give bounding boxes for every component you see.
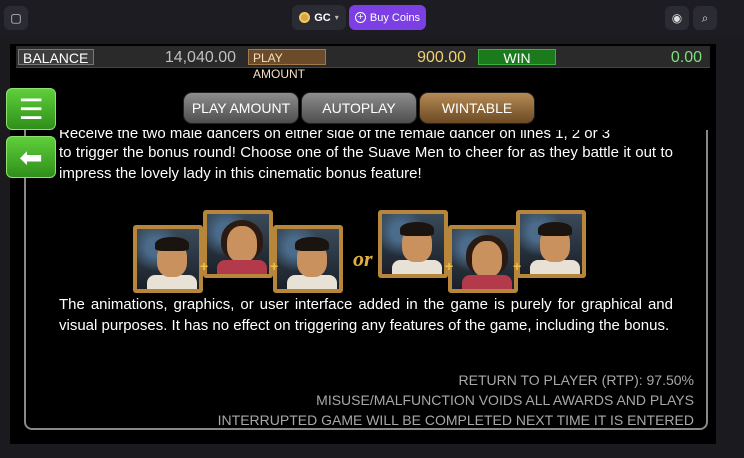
plus-icon: + <box>270 258 279 274</box>
wintable-panel: Receive the two male dancers on either s… <box>24 130 708 430</box>
symbol-male-dancer <box>516 210 586 278</box>
balance-label: BALANCE <box>18 49 94 66</box>
arrow-left-icon: ⬅ <box>19 140 43 174</box>
symbol-female-dancer <box>448 225 518 293</box>
status-bar: BALANCE 14,040.00 PLAY AMOUNT 900.00 WIN… <box>16 46 710 81</box>
symbol-female-dancer <box>203 210 273 278</box>
back-button[interactable]: ⬅ <box>6 136 56 178</box>
buy-coins-button[interactable]: + Buy Coins <box>349 5 426 30</box>
search-icon[interactable]: ⌕ <box>693 6 717 30</box>
tab-autoplay[interactable]: AUTOPLAY <box>301 92 417 124</box>
hamburger-icon: ☰ <box>18 92 44 126</box>
currency-select[interactable]: GC ▾ <box>292 5 346 30</box>
bonus-description: to trigger the bonus round! Choose one o… <box>59 144 673 182</box>
win-value: 0.00 <box>670 49 702 66</box>
top-bar: ▢ GC ▾ + Buy Coins ◉ ⌕ <box>0 0 744 36</box>
menu-button[interactable]: ☰ <box>6 88 56 130</box>
interrupted-text: INTERRUPTED GAME WILL BE COMPLETED NEXT … <box>217 412 694 428</box>
paytable-tabs: PLAY AMOUNT AUTOPLAY WINTABLE <box>10 92 716 124</box>
or-label: or <box>353 246 373 271</box>
buy-coins-label: Buy Coins <box>369 11 421 24</box>
symbol-male-dancer <box>273 225 343 293</box>
user-icon[interactable]: ◉ <box>665 6 689 30</box>
misuse-text: MISUSE/MALFUNCTION VOIDS ALL AWARDS AND … <box>316 392 694 408</box>
plus-icon: + <box>513 258 522 274</box>
balance-value: 14,040.00 <box>164 49 236 66</box>
disclaimer-text: The animations, graphics, or user interf… <box>59 296 673 334</box>
symbol-male-dancer <box>378 210 448 278</box>
game-area: BALANCE 14,040.00 PLAY AMOUNT 900.00 WIN… <box>6 44 716 444</box>
tab-play-amount[interactable]: PLAY AMOUNT <box>183 92 299 124</box>
plus-icon: + <box>200 258 209 274</box>
play-amount-value: 900.00 <box>417 49 466 66</box>
currency-label: GC <box>314 11 331 24</box>
play-amount-label: PLAY AMOUNT <box>248 49 326 81</box>
tab-wintable[interactable]: WINTABLE <box>419 92 535 124</box>
chevron-down-icon: ▾ <box>334 13 339 22</box>
coin-icon <box>299 12 311 23</box>
win-label: WIN <box>478 49 556 66</box>
plus-circle-icon: + <box>354 12 366 23</box>
rtp-text: RETURN TO PLAYER (RTP): 97.50% <box>458 372 694 388</box>
plus-icon: + <box>445 258 454 274</box>
symbol-male-dancer <box>133 225 203 293</box>
sidebar-toggle-icon[interactable]: ▢ <box>4 6 28 30</box>
